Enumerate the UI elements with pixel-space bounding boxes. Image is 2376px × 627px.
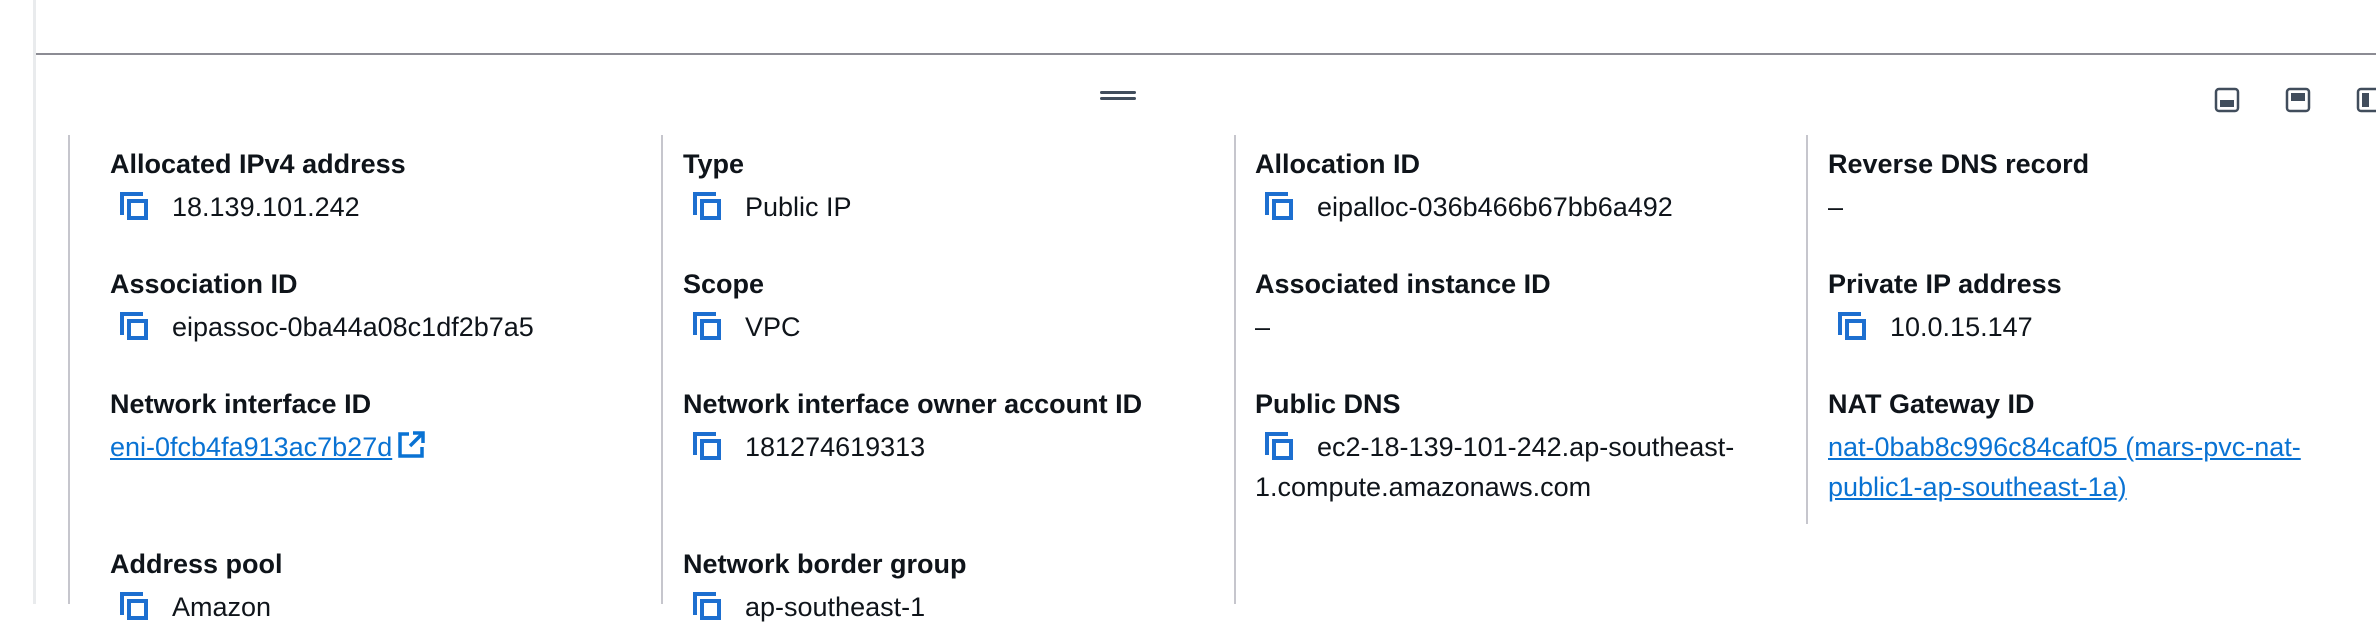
copy-icon[interactable] [689,428,725,464]
split-panel-icon[interactable] [2355,86,2376,114]
main-content-panel [36,0,2376,55]
field-label: Association ID [110,269,298,299]
field-value: Amazon [172,592,272,622]
external-link-icon[interactable] [396,430,426,460]
left-border [33,0,36,604]
copy-icon[interactable] [116,588,152,624]
field-value: 10.0.15.147 [1890,312,2033,342]
nat-gateway-link[interactable]: nat-0bab8c996c84caf05 (mars-pvc-nat- [1828,432,2301,462]
field-value: eipassoc-0ba44a08c1df2b7a5 [172,312,534,342]
field-label: Associated instance ID [1255,269,1551,299]
bottom-panel-icon[interactable] [2213,86,2241,114]
field-value: – [1255,312,1271,342]
nat-gateway-link-cont[interactable]: public1-ap-southeast-1a) [1828,472,2127,502]
field-label: Type [683,149,745,179]
field-label: NAT Gateway ID [1828,389,2035,419]
copy-icon[interactable] [689,188,725,224]
field-value: ec2-18-139-101-242.ap-southeast- [1317,432,1735,462]
field-label: Scope [683,269,765,299]
copy-icon[interactable] [1261,188,1297,224]
field-value: Public IP [745,192,852,222]
field-label: Allocation ID [1255,149,1421,179]
field-label: Reverse DNS record [1828,149,2090,179]
field-value: – [1828,192,1844,222]
column-divider [661,135,663,604]
copy-icon[interactable] [1261,428,1297,464]
copy-icon[interactable] [1834,308,1870,344]
copy-icon[interactable] [116,308,152,344]
field-value: ap-southeast-1 [745,592,926,622]
field-value: 181274619313 [745,432,926,462]
network-interface-link[interactable]: eni-0fcb4fa913ac7b27d [110,432,392,462]
column-divider [1234,135,1236,604]
field-value: 18.139.101.242 [172,192,360,222]
column-divider [68,135,70,604]
copy-icon[interactable] [689,588,725,624]
field-label: Network interface owner account ID [683,389,1143,419]
field-value: eipalloc-036b466b67bb6a492 [1317,192,1673,222]
field-value-cont: 1.compute.amazonaws.com [1255,472,1592,502]
copy-icon[interactable] [116,188,152,224]
panel-resize-handle[interactable] [1100,89,1136,101]
field-label: Allocated IPv4 address [110,149,406,179]
field-label: Public DNS [1255,389,1401,419]
field-label: Network interface ID [110,389,372,419]
copy-icon[interactable] [689,308,725,344]
field-label: Private IP address [1828,269,2062,299]
field-value: VPC [745,312,801,342]
column-divider [1806,135,1808,524]
side-panel-icon[interactable] [2284,86,2312,114]
field-label: Network border group [683,549,967,579]
field-label: Address pool [110,549,283,579]
